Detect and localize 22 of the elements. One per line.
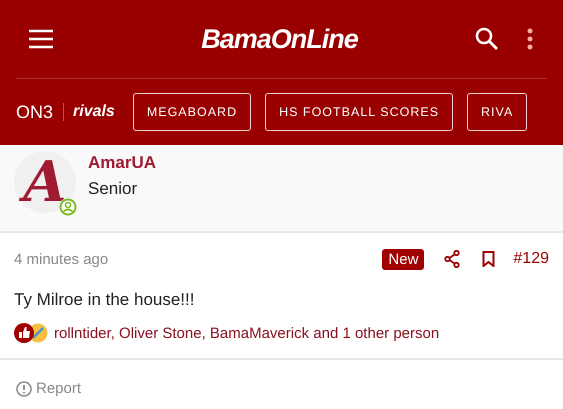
alert-icon bbox=[16, 380, 32, 396]
partner-logo[interactable]: ON3 bbox=[16, 102, 54, 122]
bookmark-icon[interactable] bbox=[482, 251, 496, 267]
reaction-icons bbox=[13, 322, 49, 344]
more-options-icon[interactable] bbox=[527, 28, 533, 50]
search-icon[interactable] bbox=[475, 27, 499, 51]
username[interactable]: AmarUA bbox=[88, 153, 156, 173]
new-badge: New bbox=[382, 248, 424, 270]
user-rank: Senior bbox=[88, 179, 138, 199]
avatar[interactable]: A bbox=[14, 151, 76, 213]
post-timestamp: 4 minutes ago bbox=[14, 250, 110, 268]
share-icon[interactable] bbox=[444, 250, 460, 268]
post-number-link[interactable]: #129 bbox=[513, 250, 549, 268]
post-content: Ty Milroe in the house!!! bbox=[14, 290, 196, 310]
nav-button[interactable]: RIVA bbox=[467, 93, 528, 131]
menu-icon[interactable] bbox=[28, 29, 54, 49]
report-link[interactable]: Report bbox=[14, 380, 549, 397]
nav-button[interactable]: MEGABOARD bbox=[132, 93, 252, 131]
partner-logo[interactable]: rivals bbox=[63, 103, 115, 121]
reaction-summary-link[interactable]: rollntider, Oliver Stone, BamaMaverick and 1 other person bbox=[54, 324, 440, 342]
nav-button[interactable]: HS FOOTBALL SCORES bbox=[265, 93, 454, 131]
site-logo[interactable]: BamaOnLine bbox=[54, 24, 475, 54]
